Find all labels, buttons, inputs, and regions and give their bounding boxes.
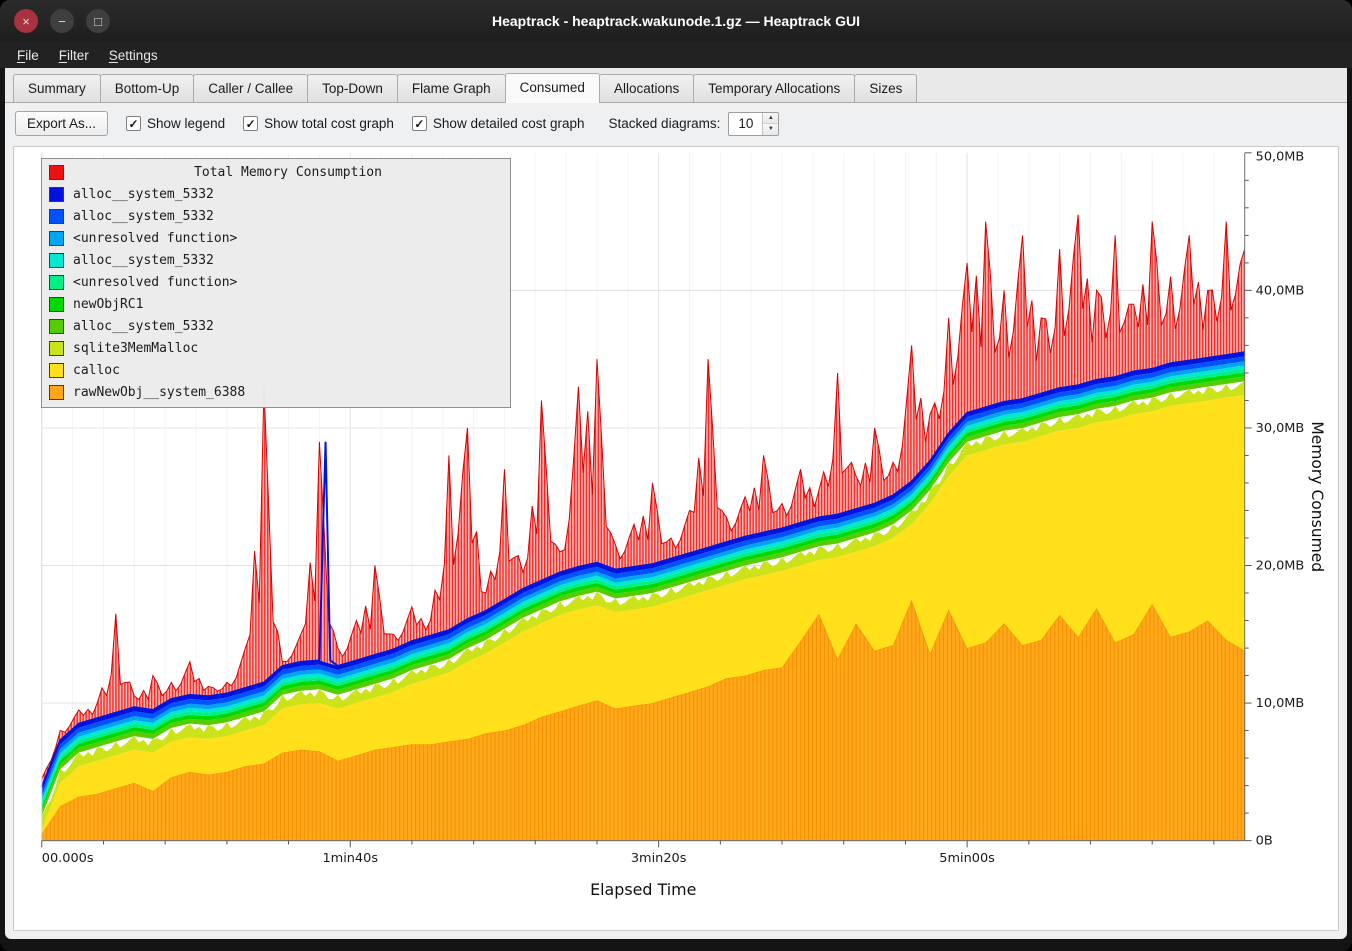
- svg-text:50,0MB: 50,0MB: [1256, 150, 1305, 165]
- svg-text:10,0MB: 10,0MB: [1256, 696, 1305, 711]
- menubar: File Filter Settings: [0, 42, 1352, 68]
- show-legend-label: Show legend: [147, 116, 225, 131]
- legend-label: calloc: [73, 363, 120, 378]
- svg-text:1min40s: 1min40s: [322, 851, 378, 866]
- svg-text:40,0MB: 40,0MB: [1256, 283, 1305, 298]
- legend-item: rawNewObj__system_6388: [49, 381, 503, 403]
- checkbox-checked-icon: ✓: [412, 116, 427, 131]
- window-title: Heaptrack - heaptrack.wakunode.1.gz — He…: [492, 13, 860, 29]
- tab-allocations[interactable]: Allocations: [599, 74, 694, 102]
- svg-text:30,0MB: 30,0MB: [1256, 421, 1305, 436]
- legend-item: alloc__system_5332: [49, 183, 503, 205]
- maximize-icon: □: [94, 15, 102, 28]
- legend-swatch: [49, 209, 64, 224]
- legend-item: alloc__system_5332: [49, 249, 503, 271]
- titlebar[interactable]: × − □ Heaptrack - heaptrack.wakunode.1.g…: [0, 0, 1352, 42]
- legend-swatch: [49, 187, 64, 202]
- legend-item: sqlite3MemMalloc: [49, 337, 503, 359]
- show-total-cost-checkbox[interactable]: ✓ Show total cost graph: [243, 116, 394, 131]
- menu-file[interactable]: File: [8, 45, 48, 66]
- legend-label: alloc__system_5332: [73, 187, 214, 202]
- legend-label: <unresolved function>: [73, 231, 237, 246]
- tab-sizes[interactable]: Sizes: [854, 74, 917, 102]
- spinbox-up-button[interactable]: ▲: [763, 113, 778, 125]
- checkbox-checked-icon: ✓: [126, 116, 141, 131]
- spinbox-down-button[interactable]: ▼: [763, 124, 778, 135]
- legend-swatch: [49, 385, 64, 400]
- legend-label: newObjRC1: [73, 297, 143, 312]
- minimize-button[interactable]: −: [50, 9, 74, 33]
- svg-text:Memory Consumed: Memory Consumed: [1308, 421, 1327, 572]
- tab-flame-graph[interactable]: Flame Graph: [397, 74, 506, 102]
- legend-swatch: [49, 297, 64, 312]
- legend-label: rawNewObj__system_6388: [73, 385, 245, 400]
- toolbar: Export As... ✓ Show legend ✓ Show total …: [5, 103, 1347, 144]
- stacked-diagrams-label: Stacked diagrams:: [609, 116, 721, 131]
- window-buttons: × − □: [14, 0, 110, 42]
- legend-item: calloc: [49, 359, 503, 381]
- tab-caller-callee[interactable]: Caller / Callee: [193, 74, 308, 102]
- tab-consumed[interactable]: Consumed: [505, 73, 600, 103]
- svg-text:00.000s: 00.000s: [42, 851, 94, 866]
- chart-legend: Total Memory Consumption alloc__system_5…: [41, 158, 511, 408]
- legend-label: alloc__system_5332: [73, 209, 214, 224]
- svg-text:20,0MB: 20,0MB: [1256, 559, 1305, 574]
- spinbox-value: 10: [729, 113, 762, 135]
- legend-swatch: [49, 363, 64, 378]
- checkbox-checked-icon: ✓: [243, 116, 258, 131]
- tab-summary[interactable]: Summary: [13, 74, 101, 102]
- legend-swatch: [49, 231, 64, 246]
- client-area: Summary Bottom-Up Caller / Callee Top-Do…: [5, 68, 1347, 939]
- legend-swatch-total: [49, 165, 64, 180]
- legend-label: sqlite3MemMalloc: [73, 341, 198, 356]
- legend-swatch: [49, 275, 64, 290]
- legend-label: alloc__system_5332: [73, 319, 214, 334]
- export-as-button[interactable]: Export As...: [15, 111, 108, 136]
- svg-text:3min20s: 3min20s: [631, 851, 687, 866]
- close-icon: ×: [22, 15, 30, 28]
- spinbox-arrows: ▲ ▼: [762, 113, 778, 135]
- legend-item: alloc__system_5332: [49, 205, 503, 227]
- legend-swatch: [49, 341, 64, 356]
- legend-item: newObjRC1: [49, 293, 503, 315]
- legend-label: <unresolved function>: [73, 275, 237, 290]
- show-detailed-cost-checkbox[interactable]: ✓ Show detailed cost graph: [412, 116, 585, 131]
- legend-title: Total Memory Consumption: [73, 165, 503, 180]
- maximize-button[interactable]: □: [86, 9, 110, 33]
- svg-text:0B: 0B: [1256, 834, 1273, 849]
- menu-settings[interactable]: Settings: [100, 45, 167, 66]
- legend-item: alloc__system_5332: [49, 315, 503, 337]
- tab-bottom-up[interactable]: Bottom-Up: [100, 74, 195, 102]
- menu-filter[interactable]: Filter: [50, 45, 98, 66]
- window-frame: × − □ Heaptrack - heaptrack.wakunode.1.g…: [0, 0, 1352, 951]
- svg-text:5min00s: 5min00s: [939, 851, 995, 866]
- consumed-chart-area[interactable]: 00.000s 1min40s 3min20s 5min00s 0B 10,0MB 20,0…: [13, 146, 1339, 931]
- legend-item: <unresolved function>: [49, 227, 503, 249]
- tab-bar: Summary Bottom-Up Caller / Callee Top-Do…: [5, 68, 1347, 103]
- minimize-icon: −: [58, 15, 66, 28]
- svg-text:Elapsed Time: Elapsed Time: [590, 880, 696, 899]
- show-detailed-cost-label: Show detailed cost graph: [433, 116, 585, 131]
- tab-temporary-allocations[interactable]: Temporary Allocations: [693, 74, 855, 102]
- show-legend-checkbox[interactable]: ✓ Show legend: [126, 116, 225, 131]
- legend-item: <unresolved function>: [49, 271, 503, 293]
- legend-swatch: [49, 253, 64, 268]
- legend-title-row: Total Memory Consumption: [49, 161, 503, 183]
- legend-label: alloc__system_5332: [73, 253, 214, 268]
- show-total-cost-label: Show total cost graph: [264, 116, 394, 131]
- legend-swatch: [49, 319, 64, 334]
- tab-top-down[interactable]: Top-Down: [307, 74, 398, 102]
- close-button[interactable]: ×: [14, 9, 38, 33]
- stacked-diagrams-spinbox[interactable]: 10 ▲ ▼: [728, 112, 779, 136]
